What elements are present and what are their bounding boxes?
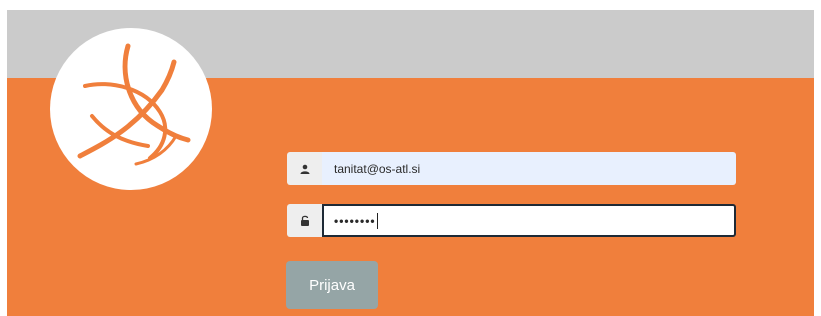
login-screen: tanitat@os-atl.si •••••••• Prijava [7,10,814,316]
email-field[interactable]: tanitat@os-atl.si [322,152,736,185]
password-field[interactable]: •••••••• [322,204,736,237]
user-icon-addon [287,152,322,185]
password-input-group: •••••••• [287,204,736,237]
text-caret [376,212,378,229]
login-button[interactable]: Prijava [286,261,378,309]
user-icon [300,164,309,174]
logo-icon [50,28,212,190]
email-input-group: tanitat@os-atl.si [287,152,736,185]
unlock-icon-addon [287,204,322,237]
password-value: •••••••• [334,213,376,228]
unlock-icon [300,215,309,226]
email-value: tanitat@os-atl.si [334,161,421,176]
swirl-logo-icon [77,43,191,166]
